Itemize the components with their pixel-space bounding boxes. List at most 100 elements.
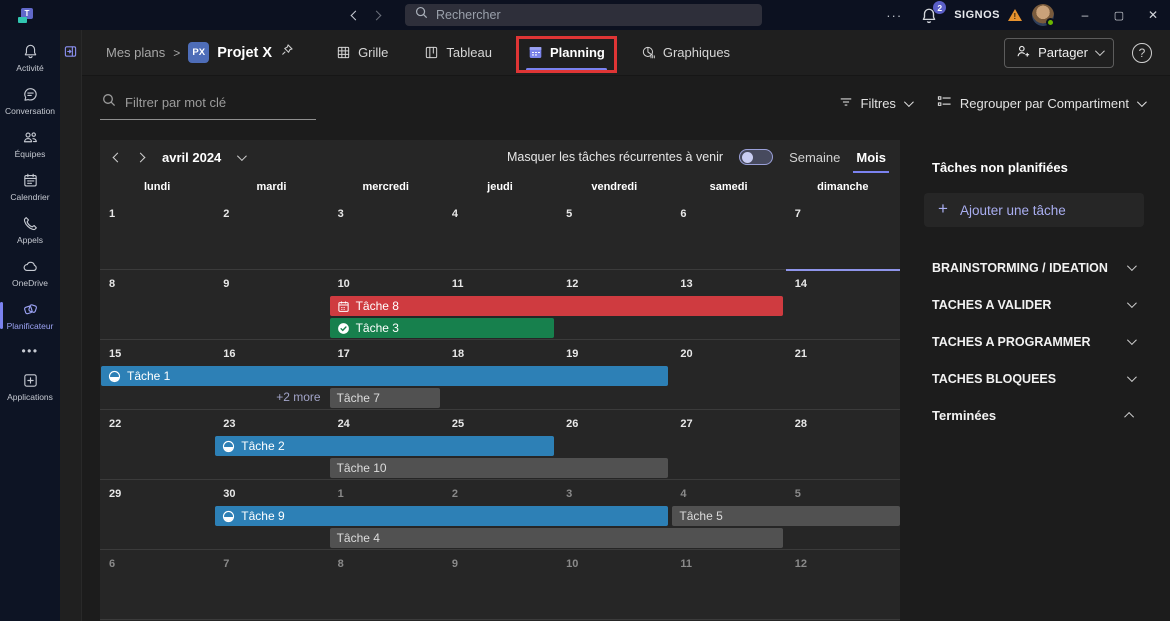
task-bar[interactable]: Tâche 7 — [330, 388, 440, 408]
task-bar[interactable]: Tâche 3 — [330, 318, 555, 338]
date-number[interactable]: 26 — [566, 418, 578, 430]
history-back-icon[interactable] — [352, 6, 359, 24]
sidebar-item-calls[interactable]: Appels — [0, 208, 60, 251]
tab-graphiques[interactable]: Graphiques — [641, 30, 730, 76]
date-number[interactable]: 13 — [680, 278, 692, 290]
bucket-section-header[interactable]: TACHES A VALIDER — [916, 286, 1170, 323]
date-number[interactable]: 16 — [223, 348, 235, 360]
date-number[interactable]: 20 — [680, 348, 692, 360]
tab-grille[interactable]: Grille — [336, 30, 388, 76]
task-bar[interactable]: Tâche 5 — [672, 506, 900, 526]
sidebar-item-apps[interactable]: Applications — [0, 365, 60, 408]
bucket-section-header[interactable]: TACHES A PROGRAMMER — [916, 323, 1170, 360]
task-bar[interactable]: Tâche 2 — [215, 436, 554, 456]
sidebar-item-planner[interactable]: Planificateur — [0, 294, 60, 337]
date-number[interactable]: 3 — [338, 208, 344, 220]
more-tasks-link[interactable]: +2 more — [214, 390, 328, 404]
date-number[interactable]: 15 — [109, 348, 121, 360]
avatar[interactable] — [1032, 4, 1054, 26]
date-number[interactable]: 12 — [795, 558, 807, 570]
date-number[interactable]: 6 — [109, 558, 115, 570]
date-number[interactable]: 8 — [338, 558, 344, 570]
sidebar-item-calendar[interactable]: Calendrier — [0, 165, 60, 208]
maximize-button[interactable]: ▢ — [1102, 0, 1136, 30]
keyword-filter-field[interactable] — [100, 86, 316, 120]
completed-section-header[interactable]: Terminées — [916, 397, 1170, 434]
titlebar-more-icon[interactable]: ··· — [876, 8, 912, 23]
chevron-down-icon[interactable] — [237, 151, 247, 161]
date-number[interactable]: 2 — [452, 488, 458, 500]
date-number[interactable]: 8 — [109, 278, 115, 290]
date-number[interactable]: 11 — [452, 278, 464, 290]
filters-dropdown[interactable]: Filtres — [839, 95, 911, 112]
date-number[interactable]: 4 — [680, 488, 686, 500]
date-number[interactable]: 10 — [338, 278, 350, 290]
date-number[interactable]: 2 — [223, 208, 229, 220]
task-bar[interactable]: Tâche 9 — [215, 506, 668, 526]
date-number[interactable]: 11 — [680, 558, 692, 570]
date-number[interactable]: 10 — [566, 558, 578, 570]
date-number[interactable]: 6 — [680, 208, 686, 220]
task-bar[interactable]: Tâche 1 — [101, 366, 668, 386]
date-number[interactable]: 29 — [109, 488, 121, 500]
close-button[interactable]: ✕ — [1136, 0, 1170, 30]
minimize-button[interactable]: – — [1068, 0, 1102, 30]
date-number[interactable]: 7 — [795, 208, 801, 220]
date-number[interactable]: 5 — [566, 208, 572, 220]
hide-recurring-toggle[interactable] — [739, 149, 773, 165]
search-icon — [102, 93, 116, 112]
date-number[interactable]: 24 — [338, 418, 350, 430]
warning-icon[interactable]: ! — [1008, 9, 1022, 21]
breadcrumb[interactable]: Mes plans — [106, 45, 165, 60]
task-bar[interactable]: Tâche 10 — [330, 458, 669, 478]
date-number[interactable]: 22 — [109, 418, 121, 430]
group-by-dropdown[interactable]: Regrouper par Compartiment — [937, 94, 1144, 112]
date-number[interactable]: 1 — [109, 208, 115, 220]
date-number[interactable]: 7 — [223, 558, 229, 570]
sidebar-item-teams[interactable]: Équipes — [0, 122, 60, 165]
date-number[interactable]: 12 — [566, 278, 578, 290]
view-week-button[interactable]: Semaine — [789, 150, 840, 165]
next-month-icon[interactable] — [137, 148, 144, 166]
tab-tableau[interactable]: Tableau — [424, 30, 492, 76]
tab-planning[interactable]: Planning — [528, 30, 605, 76]
add-task-button[interactable]: + Ajouter une tâche — [924, 193, 1144, 227]
global-search-input[interactable] — [436, 8, 726, 22]
sidebar-item-activity[interactable]: Activité — [0, 36, 60, 79]
date-number[interactable]: 14 — [795, 278, 807, 290]
date-number[interactable]: 28 — [795, 418, 807, 430]
previous-month-icon[interactable] — [114, 148, 121, 166]
bucket-section-header[interactable]: TACHES BLOQUEES — [916, 360, 1170, 397]
task-bar[interactable]: Tâche 4 — [330, 528, 783, 548]
date-number[interactable]: 4 — [452, 208, 458, 220]
date-number[interactable]: 3 — [566, 488, 572, 500]
date-number[interactable]: 19 — [566, 348, 578, 360]
date-number[interactable]: 1 — [338, 488, 344, 500]
date-number[interactable]: 30 — [223, 488, 235, 500]
date-number[interactable]: 9 — [452, 558, 458, 570]
task-bar[interactable]: Tâche 8 — [330, 296, 783, 316]
help-button[interactable]: ? — [1132, 43, 1152, 63]
date-number[interactable]: 23 — [223, 418, 235, 430]
expand-panel-icon[interactable] — [64, 45, 77, 621]
date-number[interactable]: 25 — [452, 418, 464, 430]
global-search-box[interactable] — [405, 4, 762, 26]
date-number[interactable]: 27 — [680, 418, 692, 430]
sidebar-more-apps-icon[interactable]: ••• — [0, 337, 60, 365]
keyword-filter-input[interactable] — [125, 95, 295, 110]
date-number[interactable]: 21 — [795, 348, 807, 360]
date-number[interactable]: 18 — [452, 348, 464, 360]
month-label[interactable]: avril 2024 — [162, 150, 221, 165]
date-number[interactable]: 5 — [795, 488, 801, 500]
view-month-button[interactable]: Mois — [856, 150, 886, 165]
sidebar-item-conversation[interactable]: Conversation — [0, 79, 60, 122]
share-button[interactable]: Partager — [1004, 38, 1114, 68]
notification-bell-icon[interactable]: 2 — [920, 5, 944, 25]
sidebar-item-onedrive[interactable]: OneDrive — [0, 251, 60, 294]
history-forward-icon[interactable] — [373, 6, 380, 24]
account-name[interactable]: SIGNOS — [954, 9, 1000, 21]
bucket-section-header[interactable]: BRAINSTORMING / IDEATION — [916, 249, 1170, 286]
pin-icon[interactable] — [280, 43, 294, 62]
date-number[interactable]: 17 — [338, 348, 350, 360]
date-number[interactable]: 9 — [223, 278, 229, 290]
